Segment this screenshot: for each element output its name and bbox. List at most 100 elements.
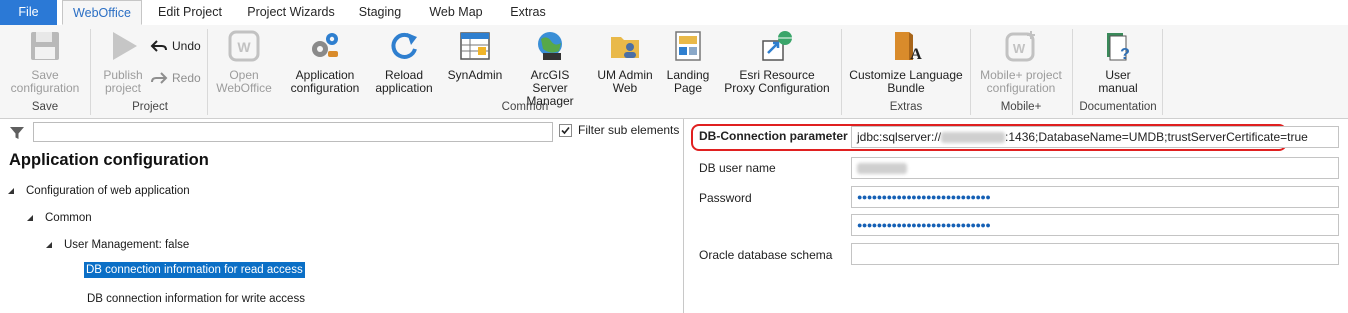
- user-manual-button[interactable]: ? User manual: [1078, 29, 1158, 95]
- globe-icon: [538, 32, 562, 60]
- password-field[interactable]: ●●●●●●●●●●●●●●●●●●●●●●●●●●●: [851, 186, 1339, 208]
- group-separator: [90, 29, 91, 115]
- user-manual-line2: manual: [1098, 81, 1138, 95]
- group-separator: [207, 29, 208, 115]
- redo-label: Redo: [172, 71, 201, 85]
- properties-pane: DB-Connection parameter jdbc:sqlserver:/…: [684, 119, 1348, 313]
- open-weboffice-button[interactable]: W Open WebOffice: [212, 29, 276, 95]
- tree-node-user-management[interactable]: User Management: false: [46, 239, 189, 251]
- help-book-icon: ?: [1107, 33, 1130, 63]
- proxy-globe-icon: [762, 31, 792, 61]
- reload-application-button[interactable]: Reload application: [370, 29, 438, 95]
- weboffice-icon: W: [228, 30, 260, 62]
- play-icon: [113, 32, 137, 60]
- tab-web-map[interactable]: Web Map: [422, 0, 490, 25]
- tab-staging[interactable]: Staging: [350, 0, 410, 25]
- svg-text:A: A: [910, 46, 922, 63]
- checkmark-icon: [561, 126, 570, 135]
- mobile-plus-icon: W: [1005, 31, 1035, 62]
- gears-icon: [312, 33, 338, 57]
- db-connection-prefix: jdbc:sqlserver://: [857, 130, 942, 144]
- tree-pane: Filter sub elements Application configur…: [0, 119, 683, 313]
- mobile-project-configuration-button[interactable]: W Mobile+ project configuration: [975, 29, 1067, 95]
- tree-node-label-selected: DB connection information for read acces…: [84, 262, 305, 278]
- tree-node-label: User Management: false: [64, 239, 190, 251]
- group-label-mobile: Mobile+: [1000, 101, 1042, 113]
- customize-lang-line2: Bundle: [887, 81, 925, 95]
- tree-node-common[interactable]: Common: [27, 212, 92, 224]
- tree-node-configuration[interactable]: Configuration of web application: [8, 185, 190, 197]
- save-configuration-button[interactable]: Save configuration: [6, 29, 84, 95]
- group-label-documentation: Documentation: [1079, 101, 1157, 113]
- tree-node-db-read-access[interactable]: DB connection information for read acces…: [84, 262, 305, 278]
- undo-button[interactable]: Undo: [150, 39, 201, 53]
- svg-text:W: W: [1013, 41, 1026, 56]
- um-admin-web-button[interactable]: UM Admin Web: [594, 29, 656, 95]
- esri-proxy-line2: Proxy Configuration: [724, 81, 830, 95]
- group-separator: [1072, 29, 1073, 115]
- filter-input[interactable]: [33, 122, 553, 142]
- folder-users-icon: [611, 37, 639, 58]
- group-separator: [1162, 29, 1163, 115]
- collapse-triangle-icon[interactable]: [46, 242, 52, 248]
- filter-sub-elements-label: Filter sub elements: [578, 123, 680, 137]
- group-label-common: Common: [501, 101, 549, 113]
- publish-project-button[interactable]: Publish project: [96, 29, 150, 95]
- publish-label-line2: project: [104, 81, 142, 95]
- esri-resource-proxy-button[interactable]: Esri Resource Proxy Configuration: [720, 29, 834, 95]
- redo-button[interactable]: Redo: [150, 71, 201, 85]
- collapse-triangle-icon[interactable]: [8, 188, 14, 194]
- save-label-line2: configuration: [10, 81, 80, 95]
- application-configuration-button[interactable]: Application configuration: [284, 29, 366, 95]
- undo-icon: [150, 40, 167, 52]
- password-label: Password: [699, 191, 752, 205]
- undo-label: Undo: [172, 39, 201, 53]
- group-separator: [970, 29, 971, 115]
- group-label-project: Project: [132, 101, 168, 113]
- svg-text:?: ?: [1120, 46, 1130, 63]
- ribbon-tab-bar: File WebOffice Edit Project Project Wiza…: [0, 0, 1348, 26]
- password-confirm-field[interactable]: ●●●●●●●●●●●●●●●●●●●●●●●●●●●: [851, 214, 1339, 236]
- open-weboffice-line2: WebOffice: [216, 81, 272, 95]
- tab-extras[interactable]: Extras: [502, 0, 554, 25]
- tree-node-label: DB connection information for write acce…: [87, 293, 305, 305]
- redo-icon: [151, 72, 168, 84]
- um-admin-line2: Web: [612, 81, 638, 95]
- filter-sub-elements-checkbox[interactable]: [559, 124, 572, 137]
- landing-page-icon: [675, 31, 701, 61]
- db-connection-label: DB-Connection parameter: [699, 129, 848, 143]
- tab-edit-project[interactable]: Edit Project: [150, 0, 230, 25]
- customize-language-bundle-button[interactable]: A Customize Language Bundle: [846, 29, 966, 95]
- group-label-extras: Extras: [889, 101, 923, 113]
- landing-page-button[interactable]: Landing Page: [662, 29, 714, 95]
- language-book-icon: A: [895, 32, 922, 63]
- svg-text:W: W: [237, 39, 251, 55]
- tab-weboffice[interactable]: WebOffice: [62, 0, 142, 25]
- page-title: Application configuration: [9, 151, 209, 169]
- db-user-name-field[interactable]: [851, 157, 1339, 179]
- tab-project-wizards[interactable]: Project Wizards: [240, 0, 342, 25]
- db-connection-field[interactable]: jdbc:sqlserver:// :1436;DatabaseName=UMDB…: [851, 126, 1339, 148]
- ribbon: Save configuration Save Publish project …: [0, 25, 1348, 119]
- collapse-triangle-icon[interactable]: [27, 215, 33, 221]
- db-connection-suffix: :1436;DatabaseName=UMDB;trustServerCerti…: [1005, 130, 1308, 144]
- db-user-name-label: DB user name: [699, 161, 776, 175]
- floppy-disk-icon: [31, 32, 59, 60]
- synadmin-label: SynAdmin: [447, 68, 503, 82]
- app-config-line2: configuration: [290, 81, 360, 95]
- mobile-config-line2: configuration: [986, 81, 1056, 95]
- oracle-schema-label: Oracle database schema: [699, 248, 833, 262]
- redacted-username: [857, 163, 907, 175]
- filter-icon[interactable]: [9, 125, 25, 141]
- oracle-schema-field[interactable]: [851, 243, 1339, 265]
- tree-node-db-write-access[interactable]: DB connection information for write acce…: [87, 293, 305, 305]
- arcgis-line1: ArcGIS Server: [530, 68, 570, 95]
- redacted-host: [941, 132, 1006, 144]
- tree-node-label: Configuration of web application: [26, 185, 190, 197]
- landing-line2: Page: [673, 81, 703, 95]
- synadmin-button[interactable]: SynAdmin: [444, 29, 506, 82]
- arcgis-server-manager-button[interactable]: ArcGIS Server Manager: [512, 29, 588, 108]
- table-icon: [460, 32, 490, 60]
- tree-node-label: Common: [45, 212, 92, 224]
- tab-file[interactable]: File: [0, 0, 57, 25]
